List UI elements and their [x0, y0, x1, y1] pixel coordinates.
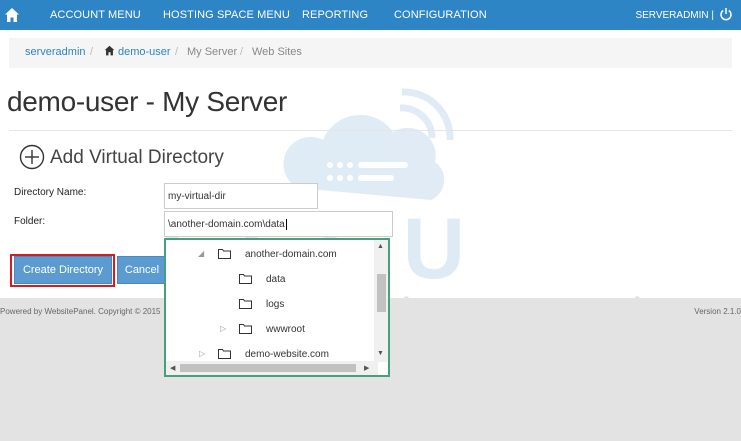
- tree-node-label: wwwroot: [266, 324, 305, 335]
- breadcrumb: serveradmin / demo-user / My Server / We…: [9, 38, 732, 68]
- scrollbar-thumb[interactable]: [377, 274, 386, 312]
- folder-icon: [218, 249, 231, 259]
- folder-icon: [239, 274, 252, 284]
- breadcrumb-separator: /: [90, 46, 94, 58]
- directory-name-label: Directory Name:: [14, 187, 87, 198]
- scroll-right-icon[interactable]: ▶: [364, 364, 369, 372]
- scroll-left-icon[interactable]: ◀: [170, 364, 175, 372]
- breadcrumb-separator: /: [175, 46, 179, 58]
- tree-node-label: data: [266, 274, 286, 285]
- divider: [9, 130, 732, 131]
- add-circle-icon: [19, 144, 45, 170]
- folder-input-value: \another-domain.com\data: [168, 219, 285, 230]
- user-menu[interactable]: SERVERADMIN |: [635, 10, 714, 21]
- power-icon[interactable]: [719, 7, 733, 21]
- cancel-button[interactable]: Cancel: [117, 256, 167, 284]
- expanded-arrow-icon[interactable]: ◢: [198, 249, 204, 258]
- folder-tree-dropdown[interactable]: ◢ another-domain.com data logs ▷ wwwroot…: [164, 238, 390, 377]
- tree-node-label: logs: [266, 299, 285, 310]
- top-nav-bar: ACCOUNT MENU HOSTING SPACE MENU REPORTIN…: [0, 0, 741, 30]
- nav-hosting-space-menu[interactable]: HOSTING SPACE MENU: [163, 9, 290, 21]
- section-title: Add Virtual Directory: [50, 147, 224, 168]
- tree-node-label: another-domain.com: [245, 249, 337, 260]
- scrollbar-thumb[interactable]: [180, 364, 356, 372]
- nav-account-menu[interactable]: ACCOUNT MENU: [50, 9, 141, 21]
- home-icon[interactable]: [4, 7, 20, 23]
- collapsed-arrow-icon[interactable]: ▷: [220, 324, 226, 333]
- scroll-down-icon[interactable]: ▼: [377, 350, 384, 357]
- folder-icon: [239, 299, 252, 309]
- nav-reporting[interactable]: REPORTING: [302, 9, 368, 21]
- collapsed-arrow-icon[interactable]: ▷: [199, 349, 205, 358]
- tree-node[interactable]: ◢ another-domain.com: [166, 244, 378, 264]
- home-icon: [104, 45, 115, 59]
- create-directory-button[interactable]: Create Directory: [14, 256, 112, 284]
- folder-icon: [218, 349, 231, 359]
- tree-node-label: demo-website.com: [245, 349, 329, 360]
- page-title: demo-user - My Server: [7, 86, 287, 117]
- directory-name-input[interactable]: my-virtual-dir: [164, 183, 318, 209]
- footer-copyright: Powered by WebsitePanel. Copyright © 201…: [0, 307, 161, 316]
- folder-icon: [239, 324, 252, 334]
- breadcrumb-serveradmin[interactable]: serveradmin: [25, 46, 86, 58]
- tree-node[interactable]: logs: [166, 294, 378, 314]
- vertical-scrollbar[interactable]: ▲ ▼: [374, 240, 388, 362]
- horizontal-scrollbar[interactable]: ◀ ▶: [166, 361, 378, 375]
- folder-label: Folder:: [14, 216, 46, 227]
- tree-node[interactable]: data: [166, 269, 378, 289]
- tree-node[interactable]: ▷ wwwroot: [166, 319, 378, 339]
- breadcrumb-separator: /: [240, 46, 244, 58]
- nav-configuration[interactable]: CONFIGURATION: [394, 9, 487, 21]
- footer-version: Version 2.1.0: [694, 307, 741, 316]
- scroll-up-icon[interactable]: ▲: [377, 243, 384, 250]
- breadcrumb-my-server: My Server: [187, 46, 238, 58]
- folder-input[interactable]: \another-domain.com\data: [164, 211, 393, 237]
- breadcrumb-web-sites: Web Sites: [252, 46, 302, 58]
- breadcrumb-demo-user[interactable]: demo-user: [118, 46, 171, 58]
